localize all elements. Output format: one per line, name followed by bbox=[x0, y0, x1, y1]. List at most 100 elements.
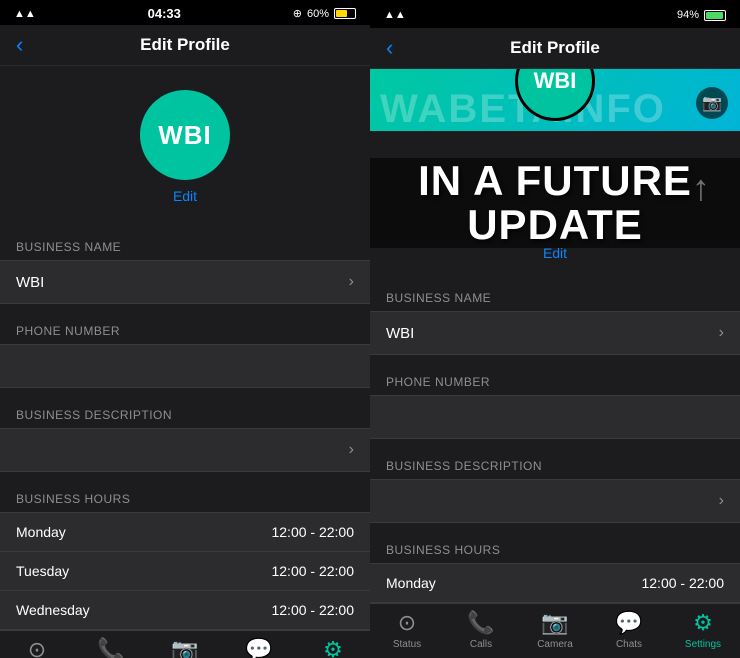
left-hours-time-3: 12:00 - 22:00 bbox=[271, 602, 354, 618]
left-hours-wednesday: Wednesday 12:00 - 22:00 bbox=[0, 590, 370, 630]
right-tab-chats[interactable]: 💬 Chats bbox=[592, 610, 666, 650]
left-tab-status[interactable]: ⊙ Status bbox=[0, 637, 74, 658]
right-camera-label: Camera bbox=[537, 639, 573, 650]
right-battery-area: 94% bbox=[677, 9, 726, 21]
right-back-button[interactable]: ‹ bbox=[386, 35, 393, 61]
right-battery-icon bbox=[704, 10, 726, 21]
left-header: ‹ Edit Profile bbox=[0, 25, 370, 66]
right-status-icon: ⊙ bbox=[398, 610, 416, 636]
right-hours-day-1: Monday bbox=[386, 575, 436, 591]
left-status-icon: ⊙ bbox=[28, 637, 46, 658]
left-tab-bar: ⊙ Status 📞 Calls 📷 Camera 💬 Chats ⚙ Sett… bbox=[0, 630, 370, 658]
left-business-name-row[interactable]: WBI › bbox=[0, 260, 370, 304]
right-battery-pct: 94% bbox=[677, 9, 699, 21]
future-update-line1: IN A FUTURE bbox=[418, 157, 692, 204]
left-business-name-label: BUSINESS NAME bbox=[0, 240, 370, 260]
right-hours-time-1: 12:00 - 22:00 bbox=[641, 575, 724, 591]
left-chats-icon: 💬 bbox=[245, 637, 272, 658]
right-calls-icon: 📞 bbox=[467, 610, 494, 636]
right-hours-label: BUSINESS HOURS bbox=[370, 543, 740, 563]
left-phone-label: PHONE NUMBER bbox=[0, 324, 370, 344]
right-camera-button[interactable]: 📷 bbox=[696, 87, 728, 119]
right-phone-row[interactable] bbox=[370, 395, 740, 439]
left-panel: ▲▲ 04:33 ⊕ 60% ‹ Edit Profile WBI Edit B… bbox=[0, 0, 370, 658]
right-hours-section: BUSINESS HOURS Monday 12:00 - 22:00 bbox=[370, 543, 740, 603]
left-desc-label: BUSINESS DESCRIPTION bbox=[0, 408, 370, 428]
left-desc-section: BUSINESS DESCRIPTION › bbox=[0, 408, 370, 472]
left-hours-day-3: Wednesday bbox=[16, 602, 90, 618]
right-tab-status[interactable]: ⊙ Status bbox=[370, 610, 444, 650]
right-status-label: Status bbox=[393, 639, 421, 650]
right-desc-label: BUSINESS DESCRIPTION bbox=[370, 459, 740, 479]
left-hours-monday: Monday 12:00 - 22:00 bbox=[0, 512, 370, 551]
right-status-bar: ▲▲ 19:07 94% bbox=[370, 0, 740, 28]
left-tab-calls[interactable]: 📞 Calls bbox=[74, 637, 148, 658]
right-wifi-icon: ▲▲ bbox=[384, 9, 406, 21]
right-calls-label: Calls bbox=[470, 639, 492, 650]
left-avatar: WBI bbox=[140, 90, 230, 180]
left-signal-icons: ▲▲ bbox=[14, 8, 36, 20]
right-phone-section: PHONE NUMBER bbox=[370, 375, 740, 439]
right-business-name-value: WBI bbox=[386, 325, 414, 342]
right-time: 19:07 bbox=[521, 6, 561, 24]
left-status-bar: ▲▲ 04:33 ⊕ 60% bbox=[0, 0, 370, 25]
right-desc-row[interactable]: › bbox=[370, 479, 740, 523]
right-business-name-row[interactable]: WBI › bbox=[370, 311, 740, 355]
location-icon: ⊕ bbox=[293, 7, 302, 20]
left-avatar-initials: WBI bbox=[158, 120, 212, 151]
left-back-button[interactable]: ‹ bbox=[16, 32, 23, 58]
right-settings-icon: ⚙ bbox=[693, 610, 713, 636]
future-update-overlay: IN A FUTURE UPDATE bbox=[370, 158, 740, 248]
left-phone-section: PHONE NUMBER bbox=[0, 324, 370, 388]
right-camera-tab-icon: 📷 bbox=[541, 610, 568, 636]
right-header-title: Edit Profile bbox=[510, 38, 600, 58]
left-hours-time-2: 12:00 - 22:00 bbox=[271, 563, 354, 579]
right-settings-label: Settings bbox=[685, 639, 721, 650]
left-business-name-section: BUSINESS NAME WBI › bbox=[0, 240, 370, 304]
left-desc-chevron: › bbox=[349, 441, 354, 459]
left-hours-label: BUSINESS HOURS bbox=[0, 492, 370, 512]
left-time: 04:33 bbox=[148, 6, 181, 21]
right-tab-calls[interactable]: 📞 Calls bbox=[444, 610, 518, 650]
right-business-name-section: BUSINESS NAME WBI › bbox=[370, 291, 740, 355]
battery-icon bbox=[334, 8, 356, 19]
left-business-name-chevron: › bbox=[349, 273, 354, 291]
left-tab-settings[interactable]: ⚙ Settings bbox=[296, 637, 370, 658]
left-hours-section: BUSINESS HOURS Monday 12:00 - 22:00 Tues… bbox=[0, 492, 370, 630]
left-desc-row[interactable]: › bbox=[0, 428, 370, 472]
left-tab-chats[interactable]: 💬 Chats bbox=[222, 637, 296, 658]
left-settings-icon: ⚙ bbox=[323, 637, 343, 658]
left-hours-day-1: Monday bbox=[16, 524, 66, 540]
right-panel: ▲▲ 19:07 94% ‹ Edit Profile WABETAINFO W… bbox=[370, 0, 740, 658]
right-desc-chevron: › bbox=[719, 492, 724, 510]
right-signal-icons: ▲▲ bbox=[384, 9, 406, 21]
left-phone-row[interactable] bbox=[0, 344, 370, 388]
right-tab-camera[interactable]: 📷 Camera bbox=[518, 610, 592, 650]
left-hours-tuesday: Tuesday 12:00 - 22:00 bbox=[0, 551, 370, 590]
future-update-line2: UPDATE bbox=[467, 201, 643, 248]
left-avatar-area: WBI Edit bbox=[0, 66, 370, 220]
right-chats-icon: 💬 bbox=[615, 610, 642, 636]
left-calls-icon: 📞 bbox=[97, 637, 124, 658]
left-edit-link[interactable]: Edit bbox=[173, 188, 197, 204]
right-business-name-label: BUSINESS NAME bbox=[370, 291, 740, 311]
future-update-text: IN A FUTURE UPDATE bbox=[418, 159, 692, 247]
right-tab-bar: ⊙ Status 📞 Calls 📷 Camera 💬 Chats ⚙ Sett… bbox=[370, 603, 740, 658]
right-hours-monday: Monday 12:00 - 22:00 bbox=[370, 563, 740, 603]
wifi-icon: ▲▲ bbox=[14, 8, 36, 20]
right-tab-settings[interactable]: ⚙ Settings bbox=[666, 610, 740, 650]
right-chats-label: Chats bbox=[616, 639, 642, 650]
left-business-name-value: WBI bbox=[16, 274, 44, 291]
right-cover-area: WABETAINFO WBI 📷 bbox=[370, 69, 740, 131]
left-battery-area: ⊕ 60% bbox=[293, 7, 356, 20]
battery-pct-text: 60% bbox=[307, 8, 329, 20]
right-cover-avatar-initials: WBI bbox=[534, 69, 577, 94]
left-camera-icon: 📷 bbox=[171, 637, 198, 658]
left-hours-time-1: 12:00 - 22:00 bbox=[271, 524, 354, 540]
left-tab-camera[interactable]: 📷 Camera bbox=[148, 637, 222, 658]
right-business-name-chevron: › bbox=[719, 324, 724, 342]
right-desc-section: BUSINESS DESCRIPTION › bbox=[370, 459, 740, 523]
left-hours-day-2: Tuesday bbox=[16, 563, 69, 579]
camera-icon: 📷 bbox=[702, 93, 722, 113]
right-header: ‹ Edit Profile bbox=[370, 28, 740, 69]
